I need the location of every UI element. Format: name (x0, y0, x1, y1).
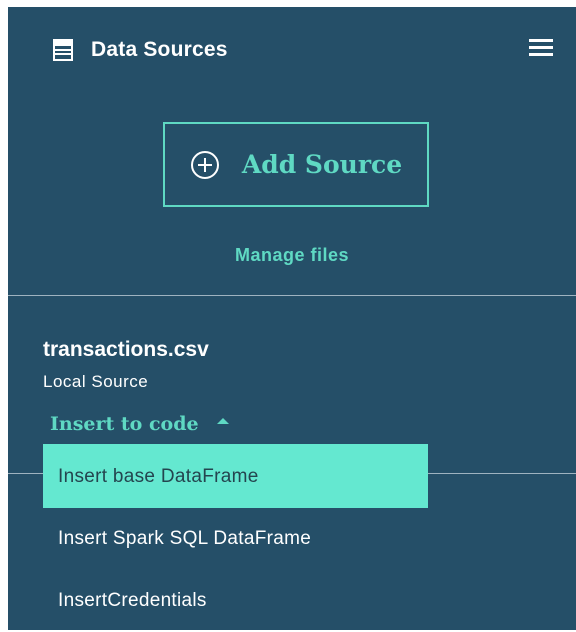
database-icon (53, 39, 73, 61)
insert-to-code-toggle[interactable]: Insert to code (50, 413, 229, 435)
menu-item-insert-base-dataframe[interactable]: Insert base DataFrame (43, 444, 428, 508)
data-sources-panel: Data Sources Add Source Manage files tra… (8, 7, 576, 630)
menu-item-insert-credentials[interactable]: InsertCredentials (43, 570, 428, 632)
add-source-label: Add Source (241, 150, 403, 179)
section-divider (8, 295, 576, 296)
insert-to-code-label: Insert to code (50, 413, 199, 435)
plus-circle-icon (190, 150, 220, 180)
panel-title: Data Sources (91, 38, 228, 61)
file-name: transactions.csv (43, 338, 209, 361)
file-source-type: Local Source (43, 372, 149, 391)
insert-dropdown-menu: Insert base DataFrame Insert Spark SQL D… (43, 444, 428, 632)
manage-files-link[interactable]: Manage files (8, 245, 576, 266)
add-source-button[interactable]: Add Source (163, 122, 429, 207)
menu-item-insert-spark-sql-dataframe[interactable]: Insert Spark SQL DataFrame (43, 508, 428, 570)
caret-up-icon (216, 418, 229, 424)
hamburger-menu-icon[interactable] (529, 37, 553, 57)
panel-header: Data Sources (53, 35, 228, 65)
